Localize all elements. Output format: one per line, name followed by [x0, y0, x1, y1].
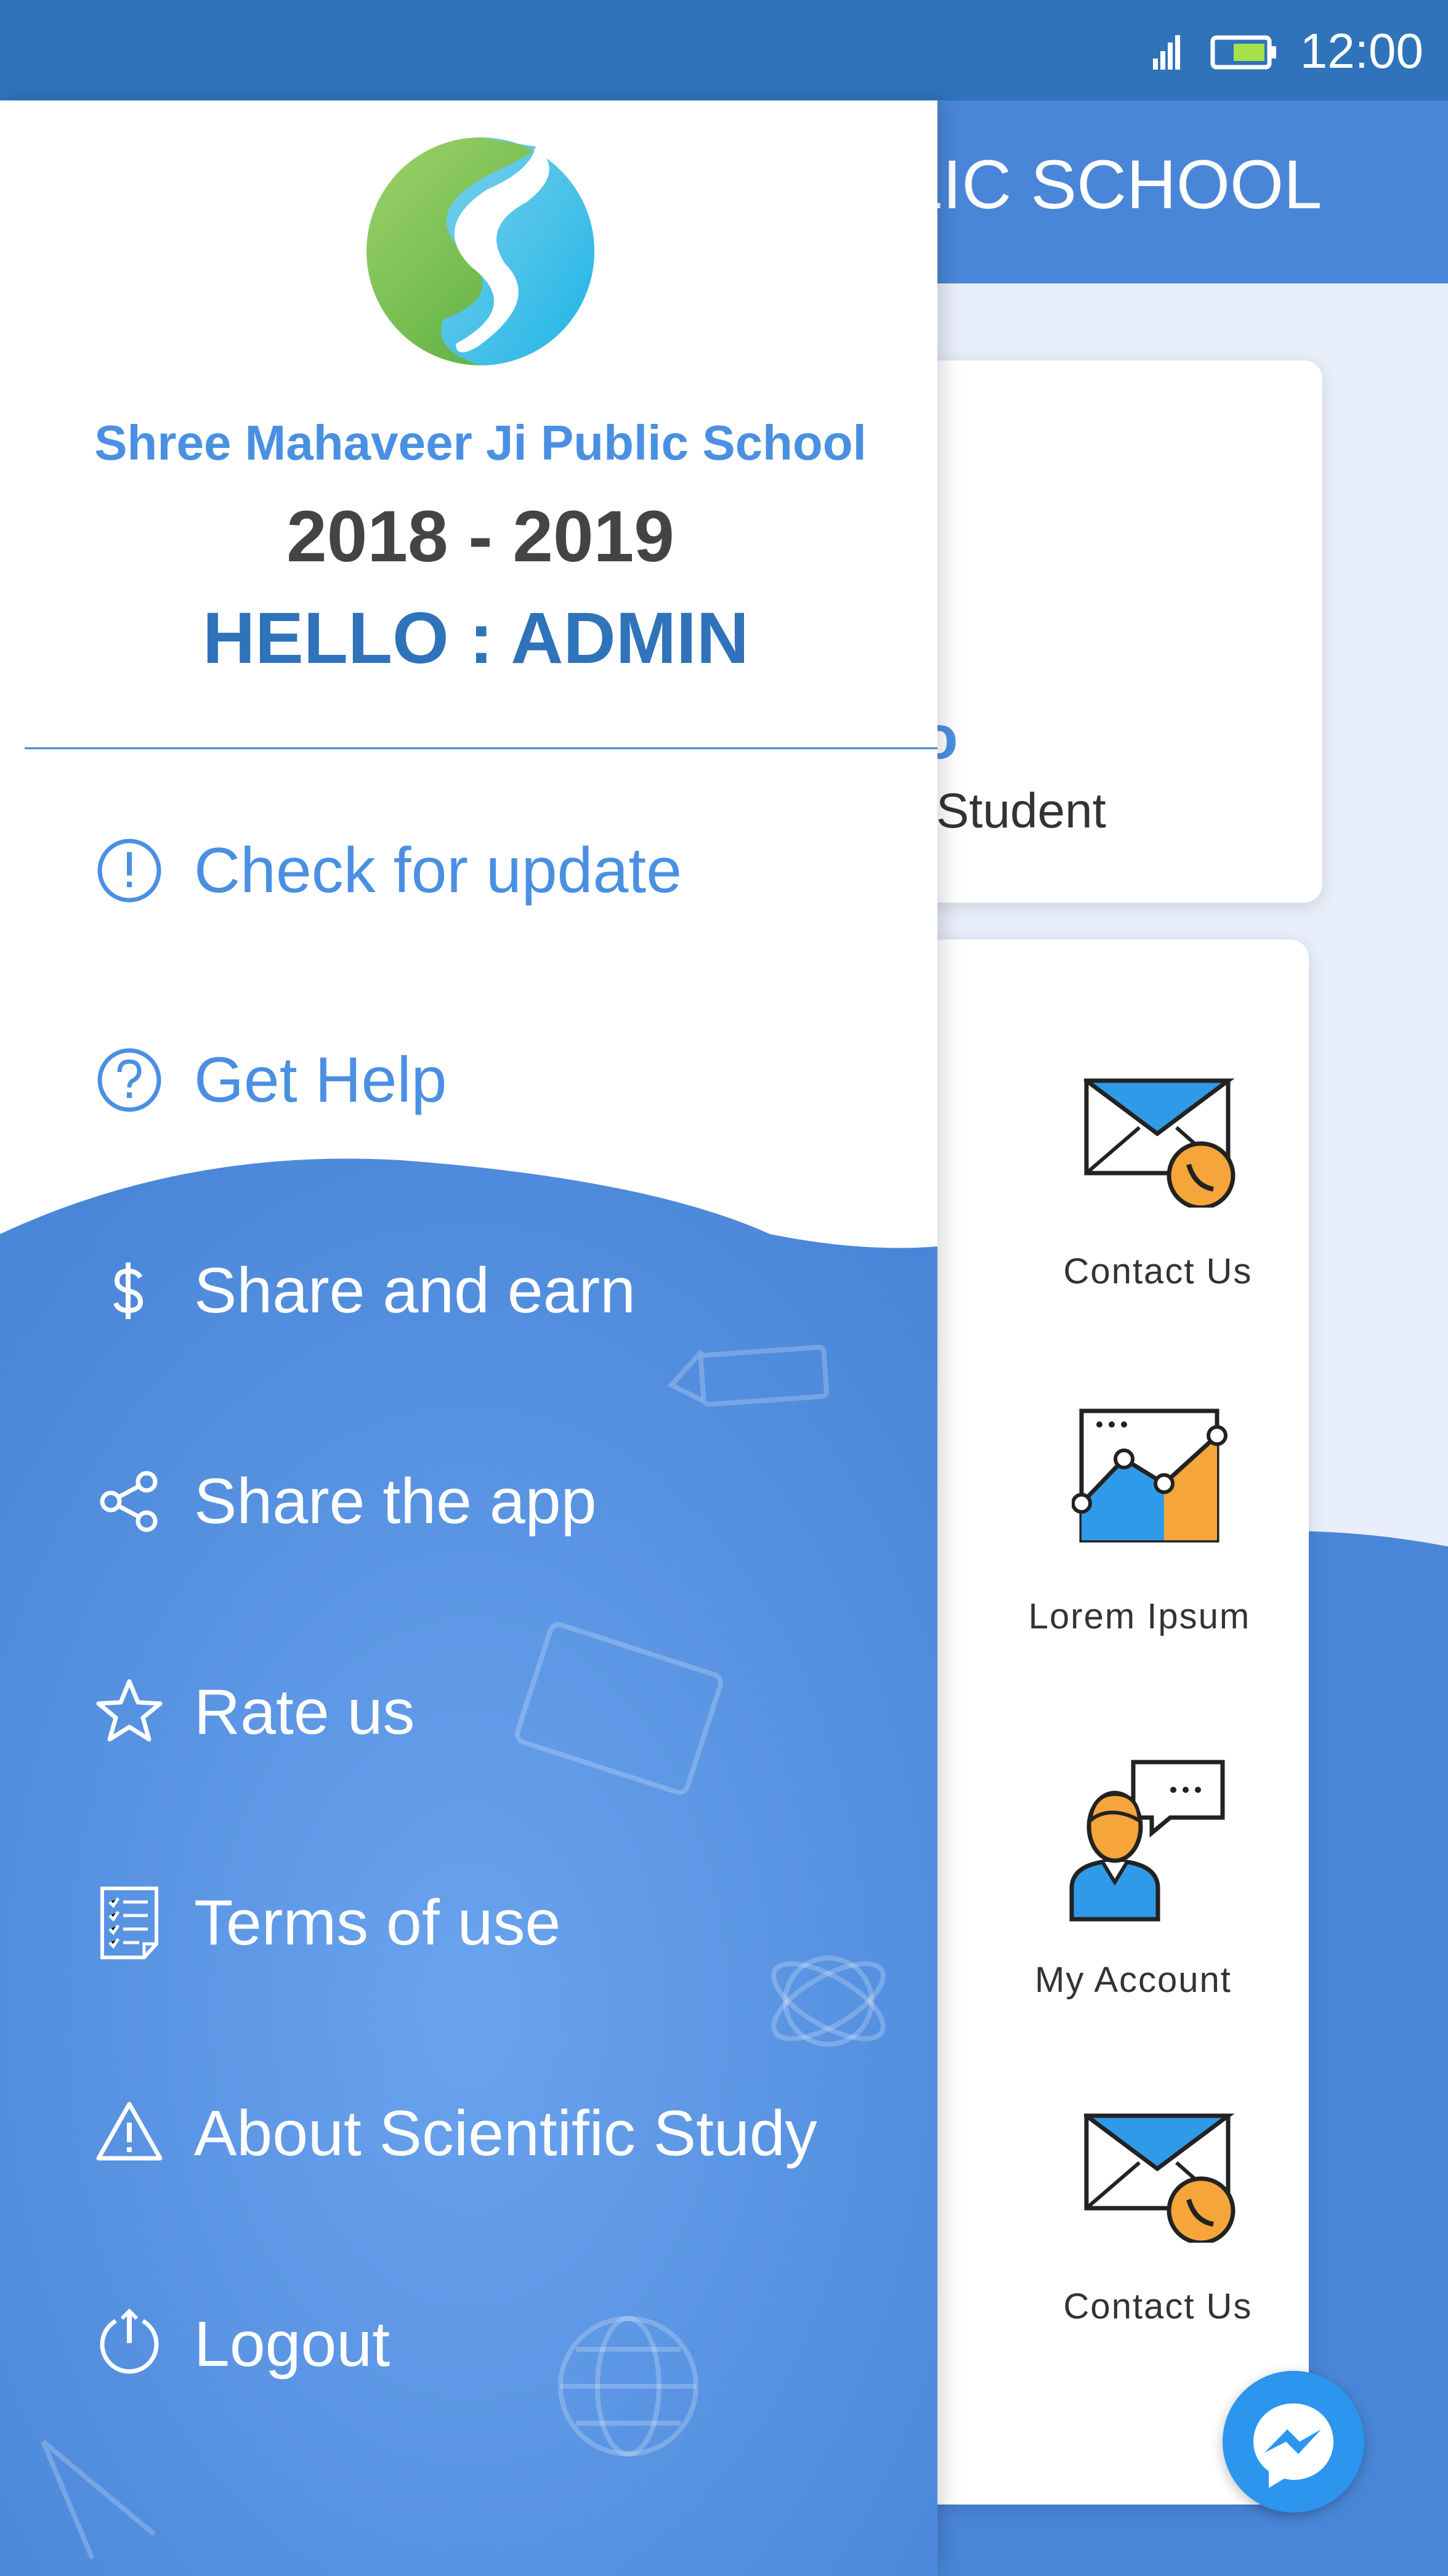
menu-label: Check for update — [194, 835, 682, 906]
menu-item-share-and-earn[interactable]: Share and earn — [0, 1217, 937, 1365]
tile-contact-us[interactable]: Contact Us — [973, 1047, 1343, 1306]
dollar-icon — [113, 1262, 144, 1319]
messenger-icon — [1253, 2403, 1333, 2488]
user-greeting: HELLO : ADMIN — [202, 598, 750, 679]
tile-label: Contact Us — [1063, 2286, 1253, 2326]
tile-label: Contact Us — [1063, 1251, 1253, 1291]
messenger-button[interactable] — [1223, 2371, 1364, 2513]
signal-icon — [1153, 35, 1180, 70]
help-circle-icon — [97, 1048, 161, 1112]
menu-item-get-help[interactable]: Get Help — [0, 1006, 937, 1154]
menu-item-rate-us[interactable]: Rate us — [0, 1638, 937, 1786]
tile-my-account[interactable]: My Account — [948, 1756, 1318, 2015]
menu-label: Share and earn — [194, 1255, 636, 1327]
tile-label: Lorem Ipsum — [1028, 1596, 1251, 1636]
star-icon — [96, 1679, 163, 1742]
share-icon — [100, 1471, 158, 1532]
school-logo — [366, 137, 594, 365]
menu-label: Get Help — [194, 1044, 447, 1116]
status-time: 12:00 — [1300, 23, 1423, 78]
menu-item-logout[interactable]: Logout — [0, 2270, 937, 2418]
school-name: Shree Mahaveer Ji Public School — [94, 415, 867, 470]
my-account-icon — [1069, 1760, 1225, 1922]
tile-label: My Account — [1035, 1960, 1232, 2000]
menu-item-check-for-update[interactable]: Check for update — [0, 797, 937, 945]
warning-triangle-icon — [96, 2102, 163, 2161]
battery-icon — [1210, 35, 1276, 70]
contact-us-icon — [1084, 2113, 1236, 2243]
info-circle-icon — [97, 839, 161, 903]
header-divider — [25, 747, 937, 749]
tile-contact-us-2[interactable]: Contact Us — [973, 2082, 1343, 2341]
menu-label: Terms of use — [194, 1887, 561, 1959]
contact-us-icon — [1084, 1078, 1236, 1208]
session-year: 2018 - 2019 — [286, 496, 674, 577]
menu-label: Logout — [194, 2309, 390, 2380]
menu-label: About Scientific Study — [194, 2098, 817, 2169]
document-list-icon — [100, 1887, 158, 1959]
menu-label: Rate us — [194, 1676, 415, 1748]
app-title: LIC SCHOOL — [904, 146, 1322, 223]
power-icon — [100, 2308, 159, 2374]
tile-lorem-ipsum[interactable]: Lorem Ipsum — [955, 1399, 1324, 1657]
status-bar: 12:00 — [0, 0, 1448, 100]
menu-item-share-the-app[interactable]: Share the app — [0, 1428, 937, 1575]
menu-item-terms-of-use[interactable]: Terms of use — [0, 1849, 937, 1997]
menu-label: Share the app — [194, 1466, 597, 1537]
analytics-chart-icon — [1072, 1408, 1228, 1543]
menu-item-about[interactable]: About Scientific Study — [0, 2060, 937, 2208]
navigation-drawer: Shree Mahaveer Ji Public School 2018 - 2… — [0, 100, 937, 2576]
